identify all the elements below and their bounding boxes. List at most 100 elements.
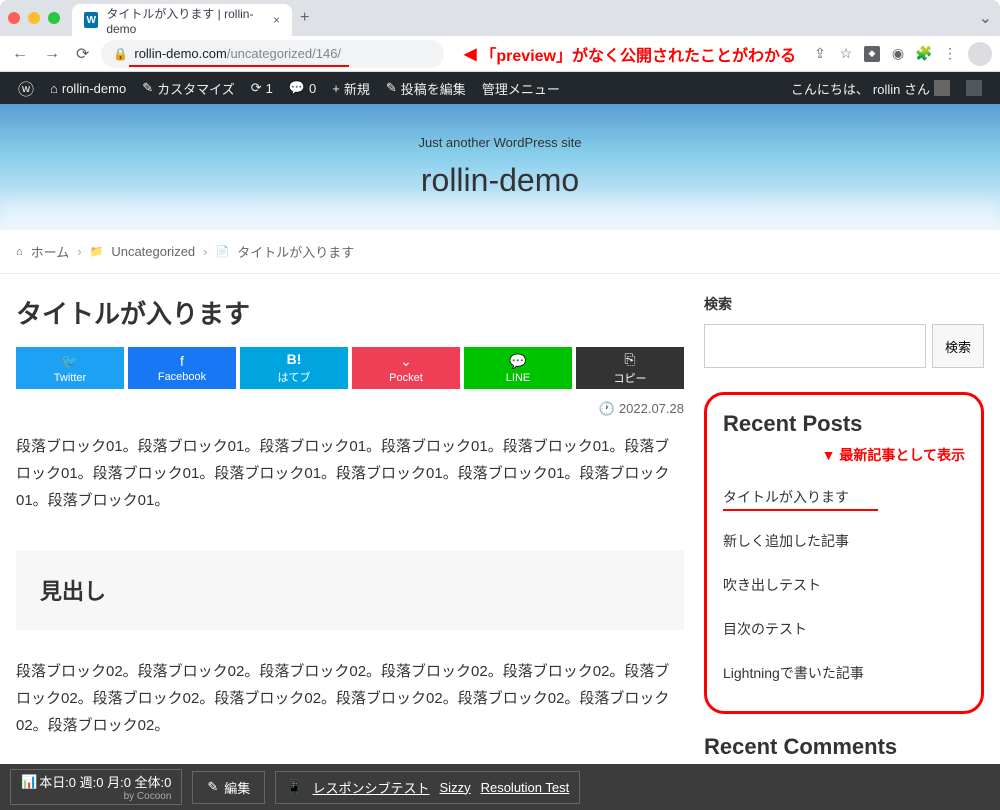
annotation-text: ◀ 「preview」がなく公開されたことがわかる	[464, 42, 796, 66]
breadcrumb-home[interactable]: ホーム	[31, 242, 70, 261]
pencil-icon: ✎	[386, 80, 397, 96]
extension-icon[interactable]: ◉	[890, 46, 906, 62]
home-icon: ⌂	[16, 246, 23, 258]
share-twitter-button[interactable]: 🐦Twitter	[16, 347, 124, 389]
clock-icon: 🕐	[599, 401, 615, 416]
breadcrumb-category[interactable]: Uncategorized	[111, 244, 195, 259]
breadcrumb: ⌂ ホーム › 📁 Uncategorized › 📄 タイトルが入ります	[0, 230, 1000, 274]
hatena-icon: B!	[287, 351, 302, 367]
copy-icon: ⎘	[624, 351, 635, 368]
twitter-icon: 🐦	[61, 353, 78, 370]
responsive-test-link[interactable]: レスポンシブテスト	[313, 778, 430, 797]
comment-icon: 💬	[289, 80, 305, 96]
user-avatar	[934, 80, 950, 96]
favicon: W	[84, 12, 98, 28]
pencil-icon: ✎	[207, 779, 218, 795]
shield-icon[interactable]: ◆	[864, 46, 880, 62]
back-button[interactable]: ←	[8, 41, 32, 67]
list-item: タイトルが入ります	[723, 475, 965, 519]
updates-link[interactable]: ⟳1	[243, 72, 281, 104]
share-pocket-button[interactable]: ⌄Pocket	[352, 347, 460, 389]
customize-link[interactable]: ✎カスタマイズ	[134, 72, 243, 104]
profile-avatar[interactable]	[968, 42, 992, 66]
chart-icon: 📊	[21, 774, 37, 790]
stats-credit: by Cocoon	[124, 791, 172, 802]
recent-post-link[interactable]: 目次のテスト	[723, 621, 807, 637]
facebook-icon: f	[180, 353, 184, 369]
share-hatena-button[interactable]: B!はてブ	[240, 347, 348, 389]
post-date: 🕐2022.07.28	[16, 401, 684, 417]
recent-posts-list: タイトルが入ります 新しく追加した記事 吹き出しテスト 目次のテスト Light…	[723, 475, 965, 695]
admin-menu-link[interactable]: 管理メニュー	[474, 72, 568, 104]
annotation-underline	[129, 65, 349, 67]
edit-post-link[interactable]: ✎投稿を編集	[378, 72, 474, 104]
recent-posts-widget: Recent Posts ▼ 最新記事として表示 タイトルが入ります 新しく追加…	[704, 392, 984, 714]
annotation-recent-note: ▼ 最新記事として表示	[723, 445, 965, 465]
share-buttons: 🐦Twitter fFacebook B!はてブ ⌄Pocket 💬LINE ⎘…	[16, 347, 684, 389]
tab-title: タイトルが入ります | rollin-demo	[106, 5, 265, 36]
menu-icon[interactable]: ⋮	[942, 46, 958, 62]
star-icon[interactable]: ☆	[838, 46, 854, 62]
share-facebook-button[interactable]: fFacebook	[128, 347, 236, 389]
site-header: Just another WordPress site rollin-demo	[0, 104, 1000, 230]
comments-link[interactable]: 💬0	[281, 72, 324, 104]
recent-post-link[interactable]: 吹き出しテスト	[723, 577, 821, 593]
sidebar: 検索 検索 Recent Posts ▼ 最新記事として表示 タイトルが入ります…	[704, 294, 984, 775]
search-button[interactable]: 検索	[932, 324, 984, 368]
recent-post-link[interactable]: 新しく追加した記事	[723, 533, 849, 549]
search-widget: 検索 検索	[704, 294, 984, 368]
user-greeting[interactable]: こんにちは、rollin さん	[783, 72, 958, 104]
main-column: タイトルが入ります 🐦Twitter fFacebook B!はてブ ⌄Pock…	[16, 294, 684, 775]
recent-comments-title: Recent Comments	[704, 734, 984, 760]
cocoon-bottom-bar: 📊本日:0 週:0 月:0 全体:0 by Cocoon ✎編集 📱 レスポンシ…	[0, 764, 1000, 810]
forward-button[interactable]: →	[40, 41, 64, 67]
puzzle-icon[interactable]: 🧩	[916, 46, 932, 62]
browser-tab[interactable]: W タイトルが入ります | rollin-demo ×	[72, 4, 292, 36]
new-tab-button[interactable]: +	[300, 9, 309, 27]
share-icon[interactable]: ⇪	[812, 46, 828, 62]
lock-icon: 🔒	[113, 47, 128, 61]
recent-post-link[interactable]: Lightningで書いた記事	[723, 665, 864, 681]
search-toggle[interactable]	[958, 72, 990, 104]
home-dashicon: ⌂	[50, 81, 58, 96]
content-container: タイトルが入ります 🐦Twitter fFacebook B!はてブ ⌄Pock…	[0, 274, 1000, 795]
pocket-icon: ⌄	[400, 353, 412, 370]
search-input[interactable]	[704, 324, 926, 368]
line-icon: 💬	[509, 353, 526, 370]
wordpress-icon: ⓦ	[18, 76, 34, 100]
arrow-left-icon: ◀	[464, 44, 476, 64]
reload-button[interactable]: ⟳	[72, 40, 93, 68]
share-copy-button[interactable]: ⎘コピー	[576, 347, 684, 389]
resolution-test-link[interactable]: Resolution Test	[481, 780, 570, 795]
list-item: 目次のテスト	[723, 607, 965, 651]
heading-text: 見出し	[40, 574, 660, 606]
recent-posts-title: Recent Posts	[723, 411, 965, 437]
plus-icon: +	[332, 81, 340, 96]
sizzy-link[interactable]: Sizzy	[440, 780, 471, 795]
paragraph-block-2: 段落ブロック02。段落ブロック02。段落ブロック02。段落ブロック02。段落ブロ…	[16, 658, 684, 739]
list-item: 吹き出しテスト	[723, 563, 965, 607]
close-tab-icon[interactable]: ×	[273, 13, 280, 27]
share-line-button[interactable]: 💬LINE	[464, 347, 572, 389]
site-tagline: Just another WordPress site	[418, 135, 581, 150]
recent-post-link[interactable]: タイトルが入ります	[723, 489, 849, 505]
paragraph-block-1: 段落ブロック01。段落ブロック01。段落ブロック01。段落ブロック01。段落ブロ…	[16, 433, 684, 514]
minimize-window-button[interactable]	[28, 12, 40, 24]
edit-button[interactable]: ✎編集	[192, 771, 265, 804]
stats-box: 📊本日:0 週:0 月:0 全体:0 by Cocoon	[10, 769, 182, 805]
site-name-menu[interactable]: ⌂rollin-demo	[42, 72, 134, 104]
wp-logo-menu[interactable]: ⓦ	[10, 72, 42, 104]
maximize-window-button[interactable]	[48, 12, 60, 24]
file-icon: 📄	[216, 245, 230, 258]
mobile-icon: 📱	[286, 779, 302, 795]
expand-tabs-icon[interactable]: ⌄	[979, 8, 992, 28]
list-item: 新しく追加した記事	[723, 519, 965, 563]
breadcrumb-current: タイトルが入ります	[237, 242, 354, 261]
address-bar[interactable]: 🔒 rollin-demo.com/uncategorized/146/	[101, 40, 444, 68]
brush-icon: ✎	[142, 80, 153, 96]
site-title[interactable]: rollin-demo	[421, 162, 579, 199]
new-content-menu[interactable]: +新規	[324, 72, 378, 104]
close-window-button[interactable]	[8, 12, 20, 24]
chevron-right-icon: ›	[77, 244, 81, 259]
extension-icons: ⇪ ☆ ◆ ◉ 🧩 ⋮	[812, 42, 992, 66]
